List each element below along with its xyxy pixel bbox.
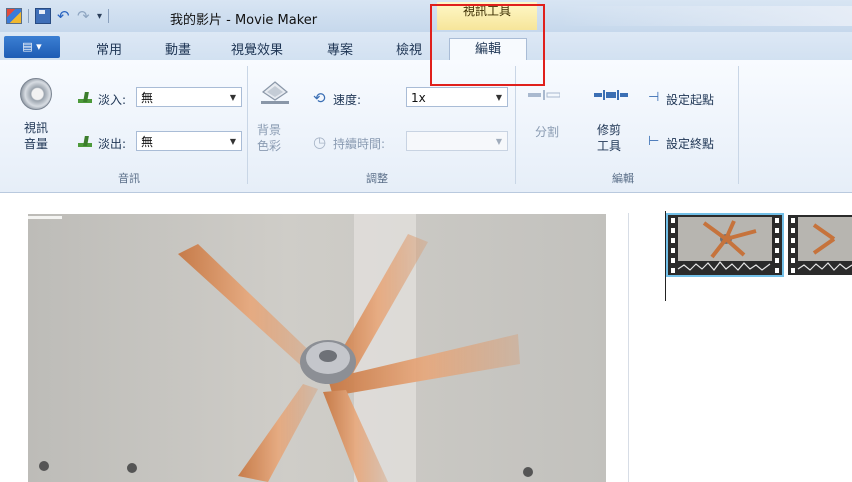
chevron-down-icon: ▼	[229, 137, 236, 146]
ceiling-fan-frame	[28, 214, 606, 482]
quick-access-toolbar: ↶ ↷ ▾	[6, 8, 110, 24]
video-volume-button[interactable]: 視訊 音量	[24, 120, 64, 152]
fade-in-label: 淡入:	[98, 93, 127, 107]
save-icon[interactable]	[35, 8, 51, 24]
set-end-point-button[interactable]: 設定終點	[666, 135, 714, 152]
tab-home[interactable]: 常用	[96, 39, 122, 58]
qat-separator	[108, 9, 110, 23]
tab-visual-effects[interactable]: 視覺效果	[231, 39, 283, 58]
redo-icon[interactable]: ↷	[77, 9, 91, 24]
background-color-button[interactable]: 背景 色彩	[257, 122, 297, 154]
group-separator	[247, 66, 248, 184]
fade-out-icon	[78, 135, 94, 149]
title-bar-blur	[560, 6, 852, 26]
fade-in-value: 無	[141, 91, 154, 105]
set-end-point-icon: ⊢	[648, 134, 660, 149]
file-menu-button[interactable]: ▤ ▾	[4, 36, 60, 58]
split-button[interactable]: 分割	[535, 123, 559, 140]
set-start-point-button[interactable]: 設定起點	[666, 91, 714, 108]
set-start-point-icon: ⊣	[648, 90, 660, 105]
tab-view[interactable]: 檢視	[396, 39, 422, 58]
window-title: 我的影片 - Movie Maker	[170, 13, 318, 28]
adjust-group-label: 調整	[366, 172, 388, 185]
tab-project[interactable]: 專案	[327, 39, 353, 58]
duration-icon: ◷	[313, 133, 327, 151]
video-tools-context-header: 視訊工具	[437, 2, 537, 30]
trim-tool-icon[interactable]	[594, 90, 628, 100]
speed-value: 1x	[411, 91, 426, 105]
chevron-down-icon: ▼	[495, 93, 502, 102]
workspace	[0, 193, 852, 482]
split-icon[interactable]	[528, 90, 560, 100]
fade-in-icon	[78, 91, 94, 105]
tab-edit[interactable]: 編輯	[449, 38, 527, 62]
qat-customize-dropdown-icon[interactable]: ▾	[97, 11, 102, 22]
duration-label: 持續時間:	[333, 137, 386, 151]
chevron-down-icon: ▼	[229, 93, 236, 102]
group-separator	[738, 66, 739, 184]
undo-icon[interactable]: ↶	[57, 9, 71, 24]
ribbon-panel: 視訊 音量 淡入: 無 ▼ 淡出: 無 ▼ 音訊 背景 色彩 ⟲ 速度: 1x …	[0, 60, 852, 193]
duration-dropdown[interactable]: ▼	[406, 131, 508, 151]
title-bar: ↶ ↷ ▾ 我的影片 - Movie Maker 視訊工具	[0, 0, 852, 32]
qat-separator	[28, 9, 29, 23]
fade-out-label: 淡出:	[98, 137, 127, 151]
group-separator	[515, 66, 516, 184]
audio-group-label: 音訊	[118, 172, 140, 185]
speaker-icon[interactable]	[20, 78, 52, 110]
paint-bucket-icon[interactable]	[260, 80, 290, 104]
speed-dropdown[interactable]: 1x ▼	[406, 87, 508, 107]
tab-animations[interactable]: 動畫	[165, 39, 191, 58]
fade-out-value: 無	[141, 135, 154, 149]
video-preview[interactable]	[28, 214, 606, 482]
speed-icon: ⟲	[313, 89, 326, 107]
trim-tool-button[interactable]: 修剪 工具	[597, 122, 637, 154]
pane-divider[interactable]	[628, 213, 629, 482]
fade-in-dropdown[interactable]: 無 ▼	[136, 87, 242, 107]
selected-clip-outline[interactable]	[666, 213, 784, 277]
storyboard-clips[interactable]	[664, 209, 852, 289]
fade-out-dropdown[interactable]: 無 ▼	[136, 131, 242, 151]
ribbon-tab-row: ▤ ▾ 常用 動畫 視覺效果 專案 檢視 編輯	[0, 32, 852, 62]
edit-group-label: 編輯	[612, 172, 634, 185]
speed-label: 速度:	[333, 93, 362, 107]
app-icon[interactable]	[6, 8, 22, 24]
chevron-down-icon: ▼	[495, 137, 502, 146]
